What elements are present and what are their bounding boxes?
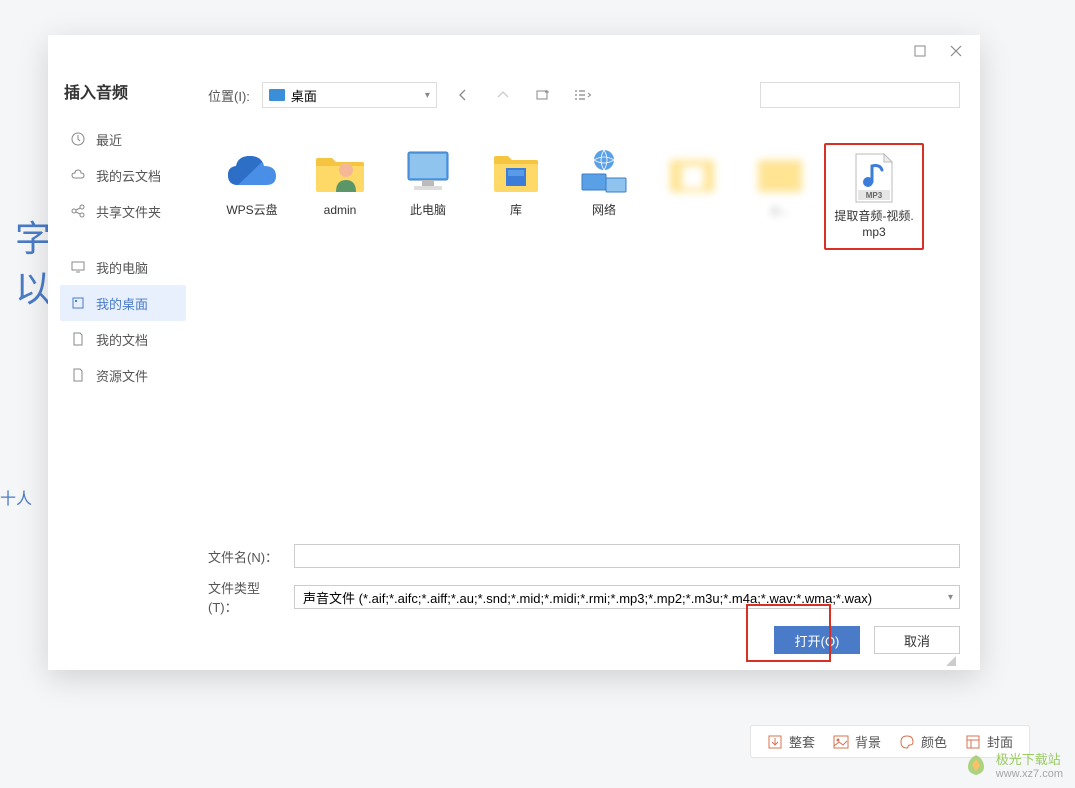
desktop-icon [70, 295, 86, 311]
pc-icon [398, 147, 458, 197]
palette-icon [899, 734, 915, 750]
insert-audio-dialog: 插入音频 最近 我的云文档 共享文件夹 我的电脑 我的桌面 [48, 35, 980, 670]
watermark: 极光下载站 www.xz7.com [962, 749, 1063, 780]
new-folder-button[interactable] [529, 82, 557, 108]
sidebar-item-label: 我的文档 [96, 330, 148, 349]
back-button[interactable] [449, 82, 477, 108]
sidebar: 插入音频 最近 我的云文档 共享文件夹 我的电脑 我的桌面 [48, 67, 198, 670]
search-field[interactable] [775, 88, 952, 103]
search-input[interactable] [760, 82, 960, 108]
file-item-mp3[interactable]: MP3 提取音频-视频.mp3 [824, 143, 924, 250]
desktop-small-icon [269, 89, 285, 101]
location-value: 桌面 [291, 86, 317, 105]
folder-icon [750, 147, 810, 197]
background-text-3: 十人 [0, 485, 32, 509]
filetype-value: 声音文件 (*.aif;*.aifc;*.aiff;*.au;*.snd;*.m… [303, 588, 872, 607]
template-icon [965, 734, 981, 750]
sidebar-item-label: 我的云文档 [96, 166, 161, 185]
sidebar-item-label: 最近 [96, 130, 122, 149]
bottom-bar-item-color[interactable]: 颜色 [899, 732, 947, 751]
file-item-this-pc[interactable]: 此电脑 [384, 143, 472, 250]
watermark-logo-icon [962, 751, 990, 779]
filetype-label: 文件类型(T)： [208, 578, 284, 616]
maximize-button[interactable] [906, 39, 934, 63]
watermark-url: www.xz7.com [996, 768, 1063, 780]
close-button[interactable] [942, 39, 970, 63]
sidebar-item-shared[interactable]: 共享文件夹 [60, 193, 186, 229]
network-icon [574, 147, 634, 197]
open-button[interactable]: 打开(O) [774, 626, 860, 654]
file-item-library[interactable]: 库 [472, 143, 560, 250]
doc-icon [70, 367, 86, 383]
file-label: 库 [510, 203, 522, 219]
chevron-down-icon: ▾ [425, 90, 430, 101]
file-item-blurred-2[interactable]: z... [736, 143, 824, 250]
bottom-bar-label: 颜色 [921, 732, 947, 751]
share-icon [70, 203, 86, 219]
view-button[interactable] [569, 82, 597, 108]
sidebar-item-label: 共享文件夹 [96, 202, 161, 221]
sidebar-item-documents[interactable]: 我的文档 [60, 321, 186, 357]
monitor-icon [70, 259, 86, 275]
file-item-wps-cloud[interactable]: WPS云盘 [208, 143, 296, 250]
sidebar-item-recent[interactable]: 最近 [60, 121, 186, 157]
toolbar: 位置(I): 桌面 ▾ [208, 67, 960, 123]
filename-input[interactable] [294, 544, 960, 568]
file-label: 提取音频-视频.mp3 [830, 209, 918, 240]
user-folder-icon [310, 147, 370, 197]
svg-text:MP3: MP3 [866, 191, 883, 200]
sidebar-item-label: 我的电脑 [96, 258, 148, 277]
file-label: admin [324, 203, 357, 219]
cloud-drive-icon [222, 147, 282, 197]
sidebar-item-desktop[interactable]: 我的桌面 [60, 285, 186, 321]
file-label: WPS云盘 [226, 203, 277, 219]
dialog-title: 插入音频 [60, 67, 186, 121]
resize-grip[interactable] [944, 654, 956, 666]
clock-icon [70, 131, 86, 147]
bottom-bar-item-set[interactable]: 整套 [767, 732, 815, 751]
sidebar-item-cloud-docs[interactable]: 我的云文档 [60, 157, 186, 193]
file-label: z... [772, 203, 788, 219]
sidebar-item-label: 资源文件 [96, 366, 148, 385]
library-icon [486, 147, 546, 197]
cancel-button[interactable]: 取消 [874, 626, 960, 654]
file-grid[interactable]: WPS云盘 admin 此电脑 [208, 123, 960, 532]
filetype-dropdown[interactable]: 声音文件 (*.aif;*.aifc;*.aiff;*.au;*.snd;*.m… [294, 585, 960, 609]
bottom-bar-label: 背景 [855, 732, 881, 751]
bottom-bar-label: 整套 [789, 732, 815, 751]
filename-label: 文件名(N)： [208, 547, 284, 566]
doc-icon [70, 331, 86, 347]
main-area: 位置(I): 桌面 ▾ [198, 67, 980, 670]
location-dropdown[interactable]: 桌面 ▾ [262, 82, 437, 108]
up-button[interactable] [489, 82, 517, 108]
folder-icon [662, 147, 722, 197]
file-label: 此电脑 [410, 203, 446, 219]
titlebar [48, 35, 980, 67]
sidebar-item-label: 我的桌面 [96, 294, 148, 313]
file-item-blurred-1[interactable] [648, 143, 736, 250]
bottom-bar-item-bg[interactable]: 背景 [833, 732, 881, 751]
watermark-text: 极光下载站 [996, 749, 1063, 768]
sidebar-item-resources[interactable]: 资源文件 [60, 357, 186, 393]
bottom-area: 文件名(N)： 文件类型(T)： 声音文件 (*.aif;*.aifc;*.ai… [208, 532, 960, 670]
mp3-icon: MP3 [844, 153, 904, 203]
file-item-user[interactable]: admin [296, 143, 384, 250]
cloud-icon [70, 167, 86, 183]
file-label: 网络 [592, 203, 616, 219]
download-icon [767, 734, 783, 750]
location-label: 位置(I): [208, 86, 250, 105]
sidebar-item-my-computer[interactable]: 我的电脑 [60, 249, 186, 285]
image-icon [833, 734, 849, 750]
file-item-network[interactable]: 网络 [560, 143, 648, 250]
